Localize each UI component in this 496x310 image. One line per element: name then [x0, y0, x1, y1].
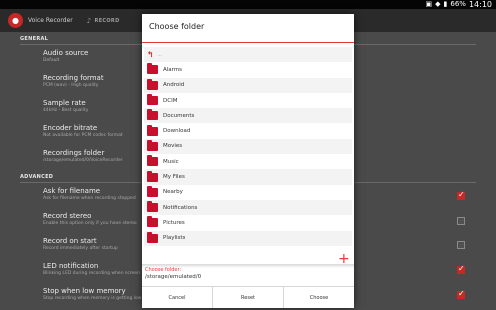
reset-button[interactable]: Reset [213, 287, 284, 308]
tab-record-label: RECORD [94, 17, 120, 24]
pref-title: Audio source [43, 49, 89, 57]
choose-folder-label: Choose folder: [145, 267, 182, 273]
parent-folder-label: .. [158, 51, 162, 58]
pref-title: Record stereo [43, 212, 92, 220]
pref-ask-filename[interactable]: Ask for filename Ask for filename when r… [43, 187, 153, 202]
folder-name: Music [163, 158, 179, 165]
pref-summary: Record immediately after startup [43, 246, 118, 251]
pref-title: Recordings folder [43, 149, 105, 157]
folder-name: Alarms [163, 66, 183, 73]
pref-title: LED notification [43, 262, 99, 270]
folder-item[interactable]: DCIM [144, 93, 352, 108]
cast-icon: ▣ [425, 0, 433, 8]
current-path: /storage/emulated/0 [145, 274, 202, 280]
folder-list: ↰ .. Alarms Android DCIM Documents Downl… [144, 47, 352, 246]
pref-stop-low-memory[interactable]: Stop when low memory Stop recording when… [43, 287, 153, 302]
stop-low-memory-checkbox[interactable] [457, 289, 465, 299]
folder-name: Nearby [163, 189, 183, 196]
folder-icon [147, 216, 158, 228]
folder-icon [147, 170, 158, 182]
folder-name: DCIM [163, 97, 178, 104]
folder-item[interactable]: Playlists [144, 230, 352, 246]
folder-item[interactable]: Notifications [144, 199, 352, 216]
folder-icon [147, 185, 158, 197]
status-indicators: ▣ ◆ ▮ 66% 14:10 [426, 0, 493, 9]
folder-name: Notifications [163, 204, 198, 211]
pref-summary: /storage/emulated/0/VoiceRecorder [43, 158, 123, 163]
pref-summary: Default [43, 58, 60, 63]
pref-audio-source[interactable]: Audio source Default [43, 49, 153, 64]
folder-icon [147, 201, 158, 213]
tab-record[interactable]: ♪ RECORD [87, 17, 120, 25]
folder-item[interactable]: Pictures [144, 215, 352, 230]
ask-filename-checkbox[interactable] [457, 190, 465, 200]
folder-item[interactable]: Documents [144, 108, 352, 124]
folder-icon [147, 78, 158, 90]
up-arrow-icon: ↰ [147, 50, 154, 60]
folder-item[interactable]: Download [144, 123, 352, 138]
status-bar: ▣ ◆ ▮ 66% 14:10 [0, 0, 496, 9]
clock: 14:10 [468, 0, 492, 9]
dialog-title: Choose folder [149, 22, 205, 31]
pref-led-notification[interactable]: LED notification Blinking LED during rec… [43, 262, 153, 277]
pref-summary: Ask for filename when recording stopped [43, 196, 136, 201]
led-notification-checkbox[interactable] [457, 264, 465, 274]
parent-folder-item[interactable]: ↰ .. [144, 47, 352, 63]
folder-icon [147, 94, 158, 106]
record-stereo-checkbox[interactable] [457, 217, 465, 225]
pref-title: Ask for filename [43, 187, 101, 195]
folder-icon [147, 109, 158, 121]
dialog-title-divider [142, 42, 354, 43]
folder-icon [147, 124, 158, 136]
folder-name: Playlists [163, 235, 186, 242]
wifi-icon: ◆ [435, 0, 441, 8]
folder-name: My Files [163, 174, 185, 181]
choose-button[interactable]: Choose [284, 287, 354, 308]
pref-record-stereo[interactable]: Record stereo Enable this option only if… [43, 212, 153, 227]
pref-title: Recording format [43, 74, 104, 82]
pref-record-on-start[interactable]: Record on start Record immediately after… [43, 237, 153, 252]
battery-percent: 66% [450, 0, 466, 8]
pref-sample-rate[interactable]: Sample rate 44kHz - Best quality [43, 99, 153, 114]
section-header-general: GENERAL [20, 36, 49, 42]
folder-item[interactable]: Music [144, 154, 352, 169]
pref-summary: PCM (wav) - High quality [43, 83, 99, 88]
pref-summary: Stop recording when memory is getting lo… [43, 296, 142, 301]
app-logo-icon: ● [8, 13, 23, 28]
cancel-button[interactable]: Cancel [142, 287, 213, 308]
folder-name: Android [163, 82, 185, 89]
folder-item[interactable]: Movies [144, 138, 352, 155]
pref-recording-format[interactable]: Recording format PCM (wav) - High qualit… [43, 74, 153, 89]
choose-folder-dialog: Choose folder ↰ .. Alarms Android DCIM D… [142, 14, 354, 308]
pref-encoder-bitrate[interactable]: Encoder bitrate Not available for PCM co… [43, 124, 153, 139]
folder-icon [147, 231, 158, 243]
pref-recordings-folder[interactable]: Recordings folder /storage/emulated/0/Vo… [43, 149, 153, 164]
folder-name: Documents [163, 112, 195, 119]
pref-summary: Not available for PCM codec format [43, 133, 123, 138]
new-folder-plus-icon[interactable]: + [338, 252, 350, 266]
folder-item[interactable]: My Files [144, 169, 352, 185]
folder-item[interactable]: Android [144, 77, 352, 93]
section-header-advanced: ADVANCED [20, 174, 54, 180]
pref-summary: Enable this option only if you have ster… [43, 221, 137, 226]
folder-name: Download [163, 128, 191, 135]
folder-icon [147, 63, 158, 75]
app-title: Voice Recorder [28, 17, 73, 24]
battery-icon: ▮ [443, 0, 448, 8]
dialog-buttons: Cancel Reset Choose [142, 286, 354, 308]
folder-icon [147, 155, 158, 167]
pref-title: Record on start [43, 237, 97, 245]
record-on-start-checkbox[interactable] [457, 241, 465, 249]
folder-name: Movies [163, 143, 183, 150]
pref-title: Sample rate [43, 99, 86, 107]
pref-title: Encoder bitrate [43, 124, 98, 132]
pref-title: Stop when low memory [43, 287, 126, 295]
folder-item[interactable]: Alarms [144, 62, 352, 77]
pref-summary: Blinking LED during recording when scree… [43, 271, 140, 276]
folder-item[interactable]: Nearby [144, 185, 352, 200]
folder-icon [147, 139, 158, 151]
microphone-icon: ♪ [86, 16, 92, 25]
pref-summary: 44kHz - Best quality [43, 108, 89, 113]
folder-name: Pictures [163, 219, 185, 226]
